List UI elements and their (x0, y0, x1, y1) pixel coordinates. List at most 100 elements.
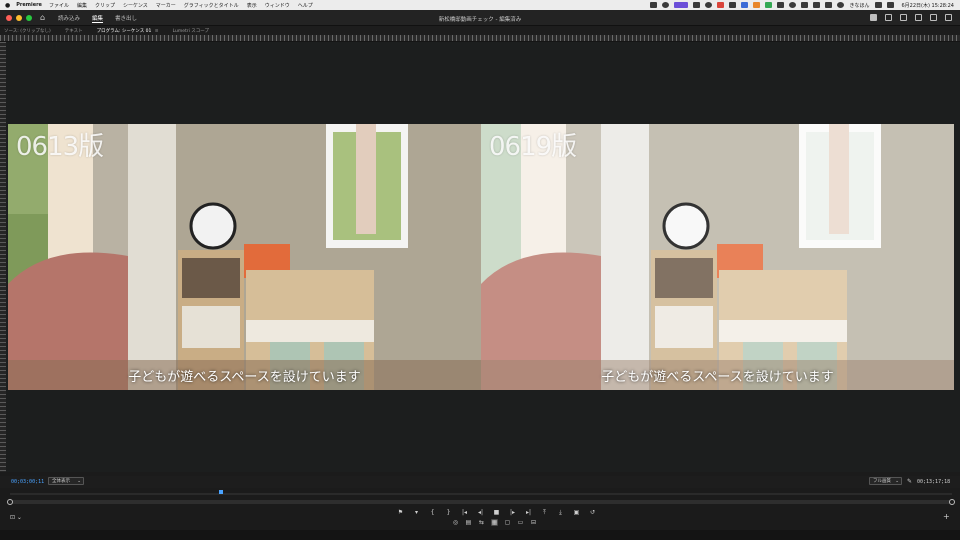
menu-help[interactable]: ヘルプ (298, 2, 313, 9)
wifi-icon[interactable] (813, 2, 821, 8)
horizontal-ruler (0, 35, 960, 42)
status-app-icon-7[interactable] (777, 2, 785, 8)
menu-sequence[interactable]: シーケンス (123, 2, 148, 9)
safe-margins-icon[interactable]: ⊡ ⌄ (10, 514, 22, 521)
frame-icon[interactable] (915, 14, 922, 21)
menu-view[interactable]: 表示 (247, 2, 257, 9)
status-app-icon-5[interactable] (753, 2, 761, 8)
compare-icon[interactable]: ⇆ (478, 519, 485, 526)
macos-menu-bar: ● Premiere ファイル 編集 クリップ シーケンス マーカー グラフィッ… (0, 0, 960, 10)
workspace-tabs: 読み込み 編集 書き出し (58, 14, 137, 23)
panel-layout-icon[interactable] (885, 14, 892, 21)
scrub-end-handle[interactable] (949, 499, 955, 505)
tab-source[interactable]: ソース: (クリップなし) (4, 28, 51, 34)
subtitle-right: 子どもが遊べるスペースを設けています (601, 370, 834, 385)
tab-import[interactable]: 読み込み (58, 14, 80, 23)
apple-icon[interactable]: ● (5, 2, 10, 9)
tab-export[interactable]: 書き出し (115, 14, 137, 23)
menu-edit[interactable]: 編集 (77, 2, 87, 9)
side-by-side-icon[interactable]: ▦ (491, 519, 498, 526)
status-app-icon-2[interactable] (693, 2, 701, 8)
bottom-strip (0, 530, 960, 540)
status-screen-share-icon[interactable] (674, 2, 689, 8)
target-icon[interactable]: ◎ (452, 519, 459, 526)
notification-icon[interactable] (886, 2, 894, 8)
share-icon[interactable] (900, 14, 907, 21)
quality-select-value: フル画質 (873, 479, 891, 484)
status-app-icon-4[interactable] (741, 2, 749, 8)
fullscreen-icon[interactable] (945, 14, 952, 21)
fit-select-value: 全体表示 (52, 479, 70, 484)
fit-select[interactable]: 全体表示 ⌄ (48, 477, 84, 485)
go-to-out-icon[interactable]: ▸| (525, 509, 532, 517)
quick-export-icon[interactable] (870, 14, 877, 21)
chevron-down-icon: ⌄ (77, 479, 81, 484)
status-record-icon[interactable] (717, 2, 725, 8)
status-app-icon-6[interactable] (765, 2, 773, 8)
room-scene-right (481, 124, 954, 390)
menubar-clock[interactable]: 6月22日(木) 15:28:24 (902, 2, 955, 9)
version-label-left: 0613版 (16, 132, 104, 162)
frame-view-icon[interactable]: ▢ (504, 519, 511, 526)
menu-clip[interactable]: クリップ (95, 2, 115, 9)
lift-icon[interactable]: ⤒ (541, 509, 548, 517)
tab-program[interactable]: プログラム: シーケンス 01 ≡ (97, 28, 159, 34)
scrub-start-handle[interactable] (7, 499, 13, 505)
menu-app-name[interactable]: Premiere (16, 2, 42, 8)
mini-timeline-ruler[interactable] (10, 490, 952, 495)
minimize-window-button[interactable] (16, 15, 22, 21)
status-app-icon-3[interactable] (729, 2, 737, 8)
user-avatar-icon[interactable] (837, 2, 845, 8)
current-timecode[interactable]: 00;03;00;11 (11, 479, 44, 485)
menu-graphics[interactable]: グラフィックとタイトル (184, 2, 239, 9)
step-forward-icon[interactable]: |▸ (509, 509, 516, 517)
extract-icon[interactable]: ⤓ (557, 509, 564, 517)
status-circle-icon[interactable] (662, 2, 670, 8)
home-icon[interactable]: ⌂ (40, 13, 45, 22)
playback-quality-select[interactable]: フル画質 ⌄ (869, 477, 902, 485)
export-icon[interactable]: ⊟ (530, 519, 537, 526)
control-center-icon[interactable] (874, 2, 882, 8)
go-to-in-icon[interactable]: |◂ (461, 509, 468, 517)
app-header: ⌂ 読み込み 編集 書き出し 新松橋邸動画チェック - 編集済み (0, 10, 960, 26)
menu-window[interactable]: ウィンドウ (265, 2, 290, 9)
wrench-icon[interactable]: ✎ (907, 478, 912, 485)
step-back-icon[interactable]: ◂| (477, 509, 484, 517)
tab-program-label: プログラム: シーケンス 01 (96, 28, 152, 34)
tab-lumetri-scopes[interactable]: Lumetri スコープ (173, 28, 209, 34)
status-area: きなほん 6月22日(木) 15:28:24 (650, 0, 954, 10)
vr-icon[interactable]: ▭ (517, 519, 524, 526)
tab-text[interactable]: テキスト (65, 28, 83, 34)
header-icons (870, 14, 952, 21)
marker-icon[interactable]: ⚑ (397, 509, 404, 517)
panel-menu-icon[interactable]: ≡ (155, 29, 159, 34)
zoom-window-button[interactable] (26, 15, 32, 21)
status-circle-icon-3[interactable] (789, 2, 797, 8)
status-circle-icon-2[interactable] (705, 2, 713, 8)
settings-icon[interactable] (930, 14, 937, 21)
subtitle-left: 子どもが遊べるスペースを設けています (128, 370, 361, 385)
user-label[interactable]: きなほん (849, 2, 869, 9)
add-button-icon[interactable]: + (943, 512, 950, 521)
out-point-icon[interactable]: } (445, 509, 452, 517)
in-point-icon[interactable]: { (429, 509, 436, 517)
bluetooth-icon[interactable] (801, 2, 809, 8)
transport-controls: ⊡ ⌄ ⚑ ▾ { } |◂ ◂| ■ |▸ ▸| ⤒ ⤓ ▣ ↺ ◎ ▤ ⇆ … (0, 506, 960, 530)
multicam-icon[interactable]: ▤ (465, 519, 472, 526)
menu-file[interactable]: ファイル (49, 2, 69, 9)
version-label-right: 0619版 (489, 132, 577, 162)
menu-marker[interactable]: マーカー (156, 2, 176, 9)
room-scene-left (8, 124, 481, 390)
loop-icon[interactable]: ↺ (589, 509, 596, 517)
stop-icon[interactable]: ■ (493, 509, 500, 517)
playhead-marker[interactable] (219, 490, 223, 494)
close-window-button[interactable] (6, 15, 12, 21)
marker-down-icon[interactable]: ▾ (413, 509, 420, 517)
tab-edit[interactable]: 編集 (92, 14, 104, 23)
video-frame-left[interactable]: 0613版 子どもが遊べるスペースを設けています (8, 124, 481, 390)
status-app-icon[interactable] (650, 2, 658, 8)
search-icon[interactable] (825, 2, 833, 8)
export-frame-icon[interactable]: ▣ (573, 509, 580, 517)
scrub-bar[interactable] (7, 499, 955, 505)
video-frame-right[interactable]: 0619版 子どもが遊べるスペースを設けています (481, 124, 954, 390)
